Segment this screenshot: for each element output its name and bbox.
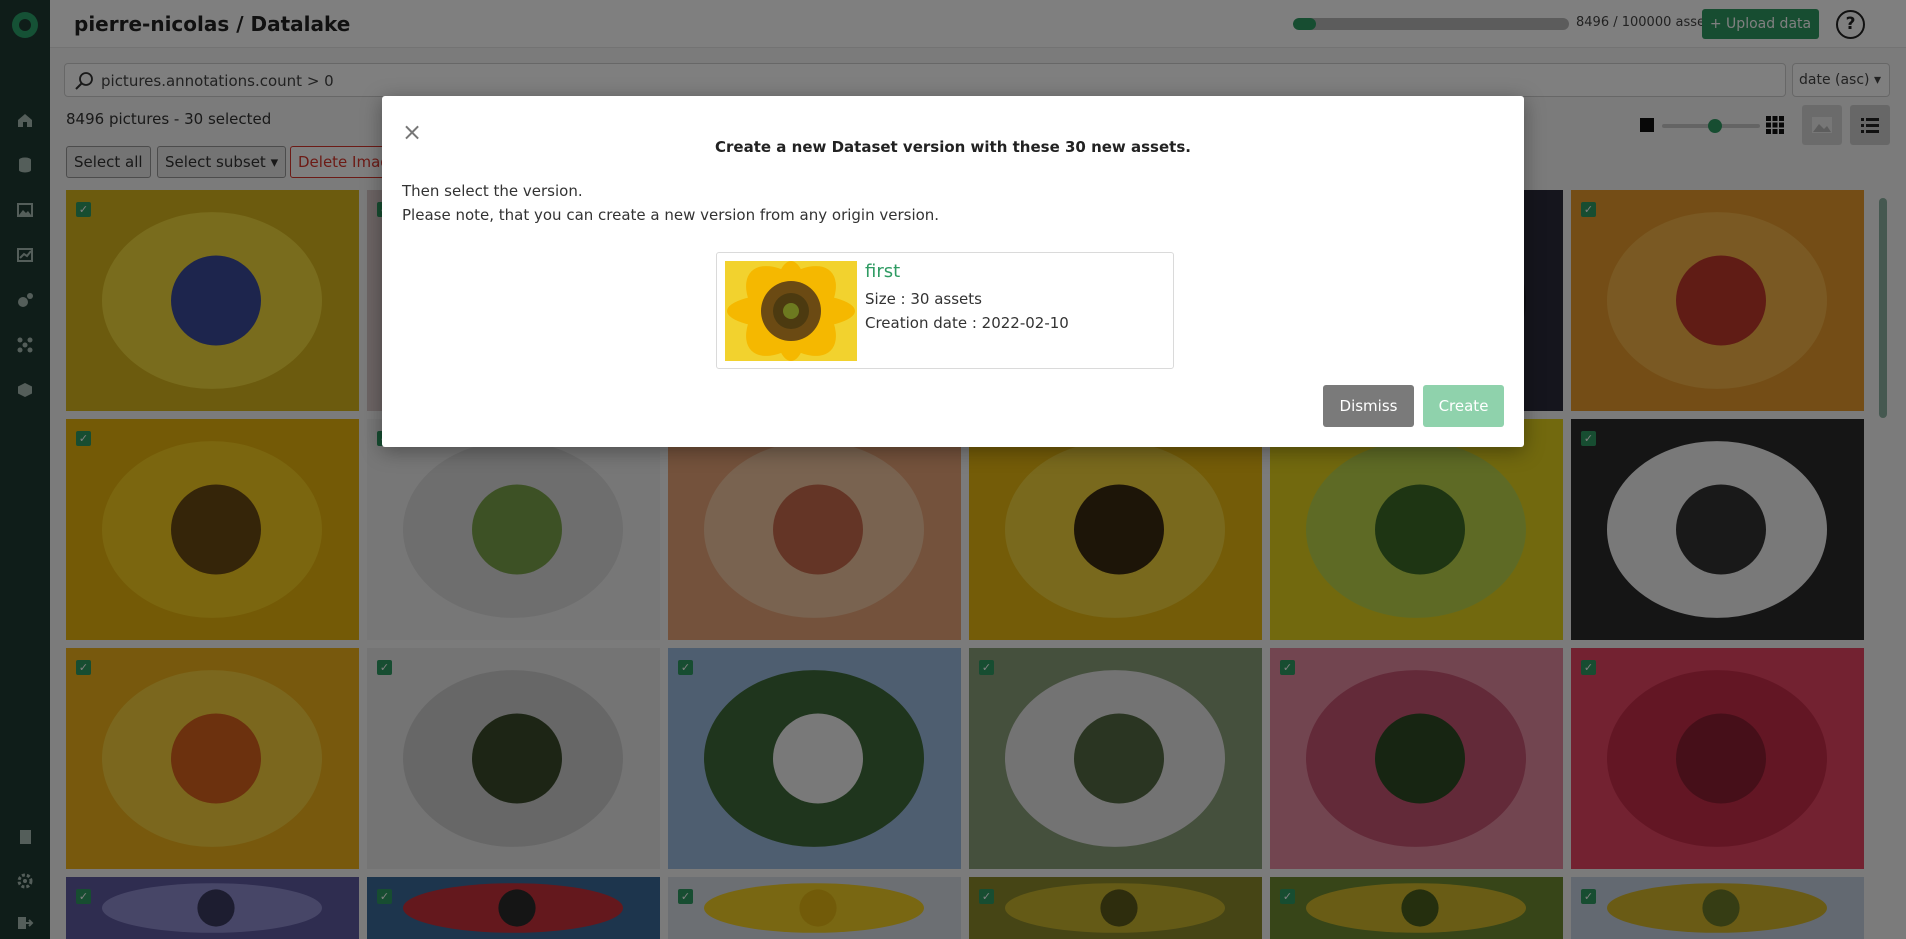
modal-instruction: Then select the version. [402,182,583,200]
create-version-modal: × Create a new Dataset version with thes… [382,96,1524,447]
version-creation-date: Creation date : 2022-02-10 [865,314,1069,332]
dismiss-button[interactable]: Dismiss [1323,385,1414,427]
version-thumbnail [725,261,857,361]
modal-title: Create a new Dataset version with these … [715,138,1191,156]
version-card[interactable]: first Size : 30 assets Creation date : 2… [716,252,1174,369]
create-button[interactable]: Create [1423,385,1504,427]
version-size: Size : 30 assets [865,290,982,308]
version-name[interactable]: first [865,261,900,282]
modal-note: Please note, that you can create a new v… [402,206,940,224]
